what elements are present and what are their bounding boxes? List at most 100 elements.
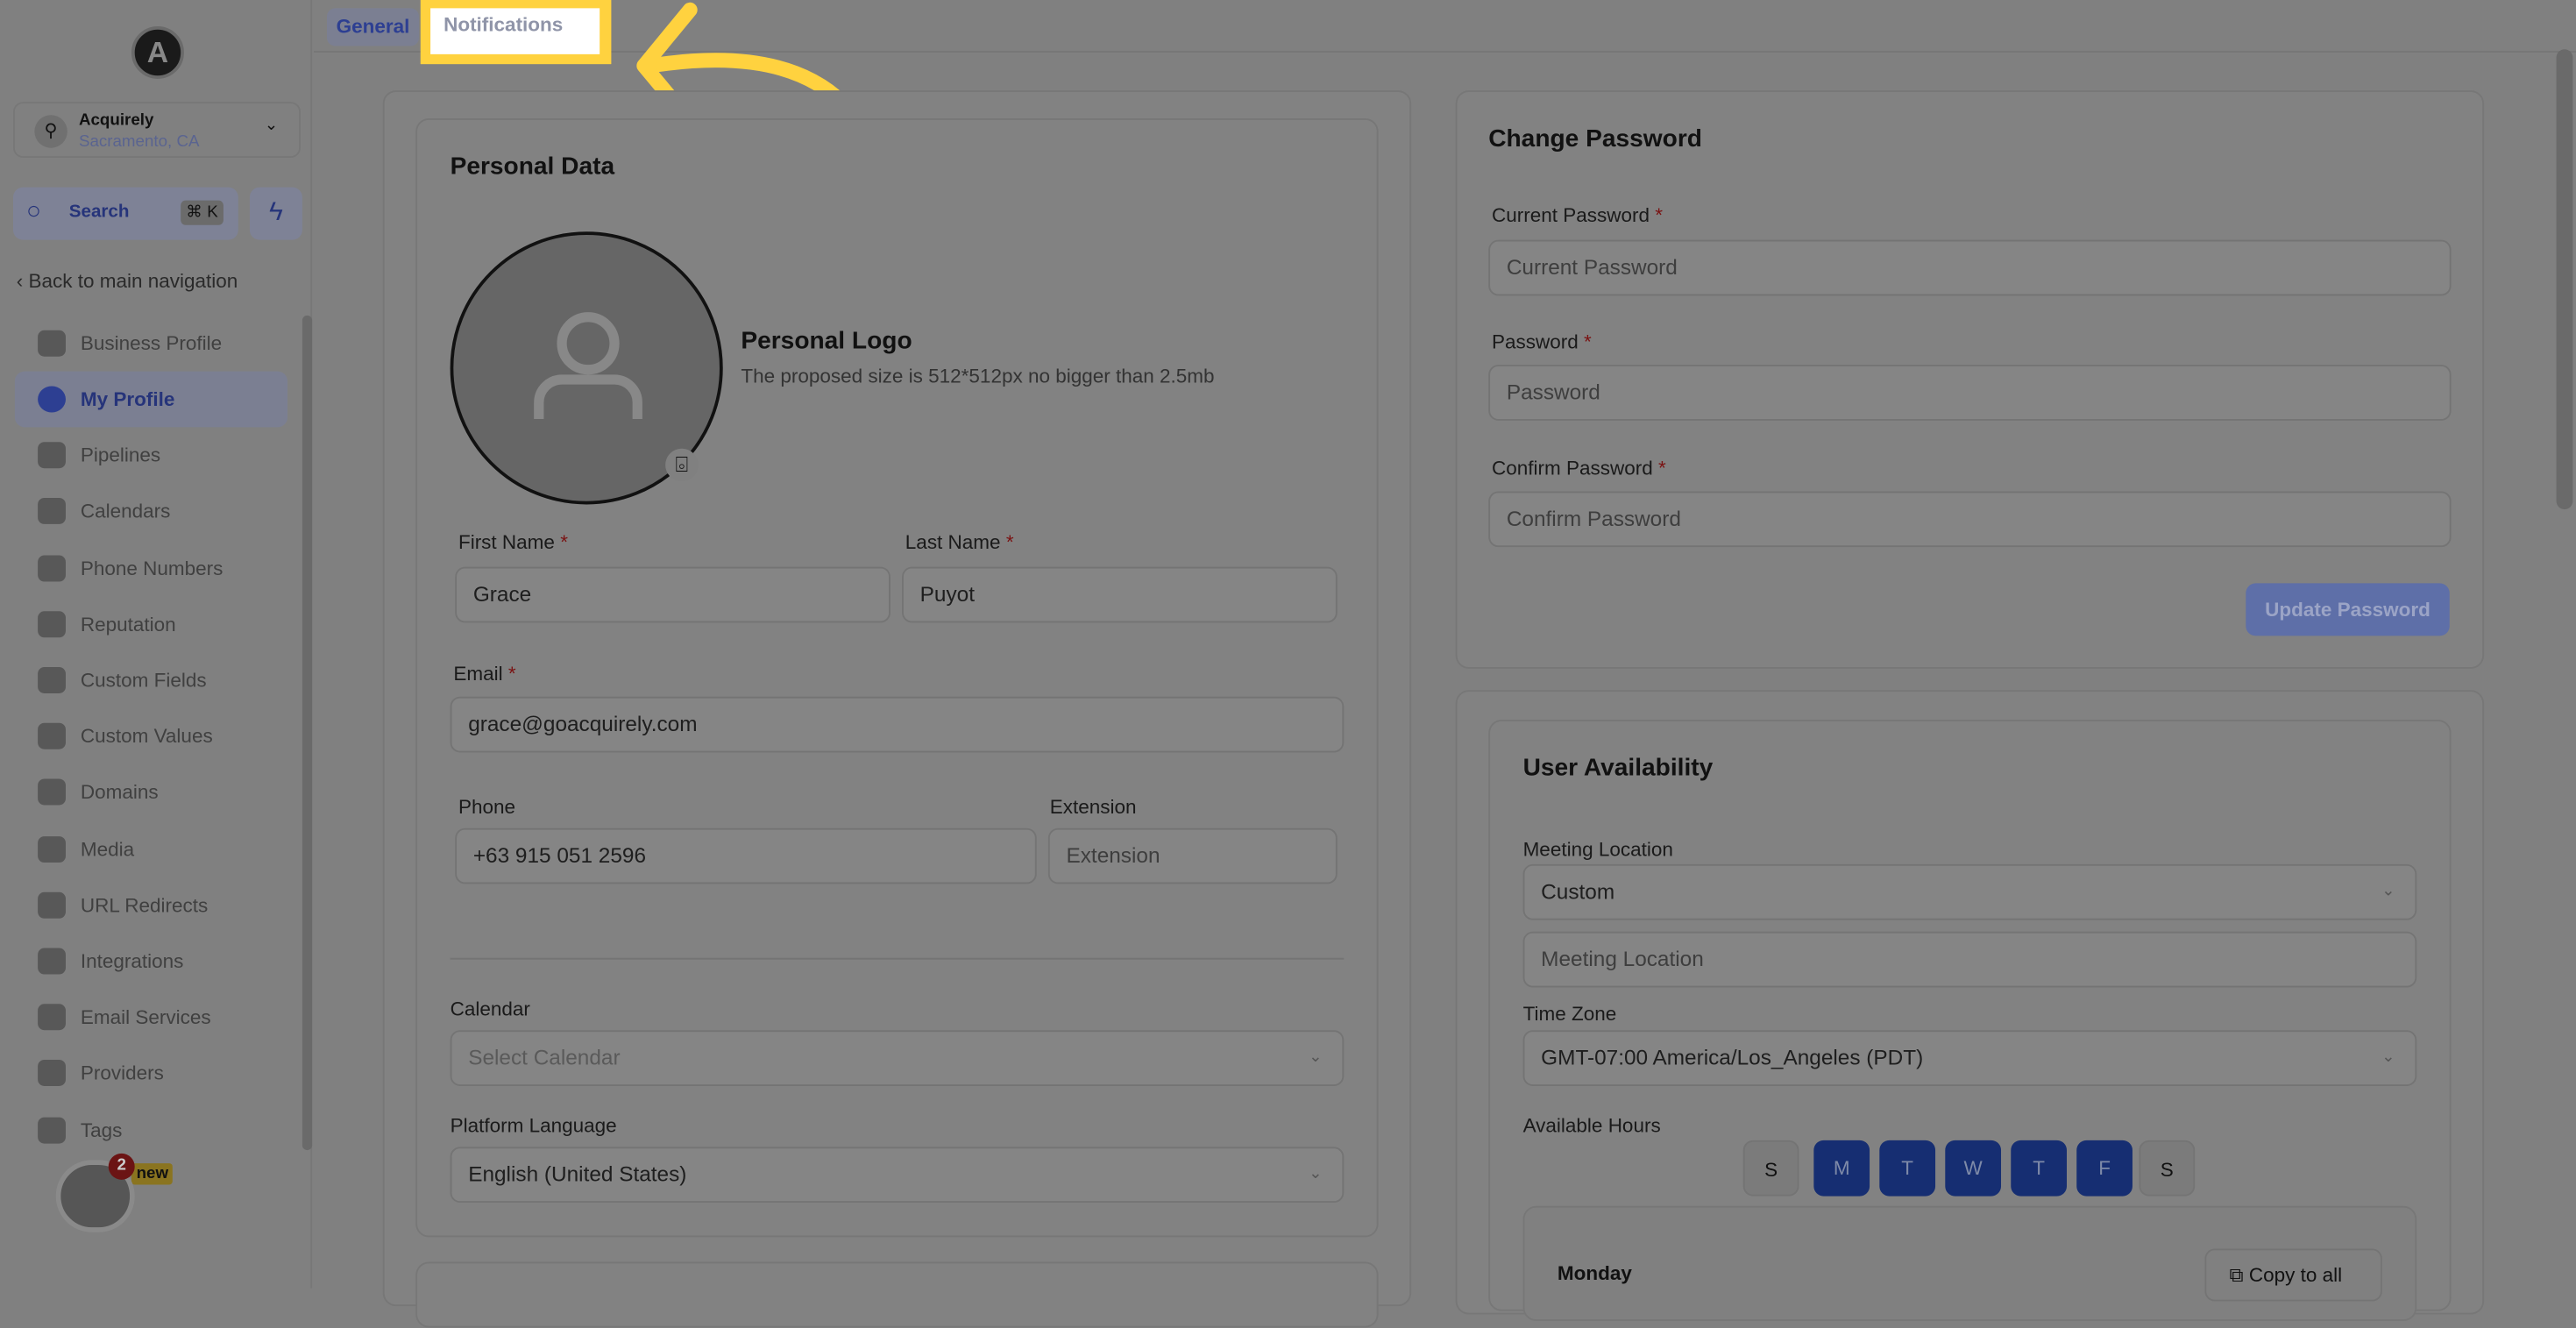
available-hours-label: Available Hours [1522, 1113, 1661, 1138]
personal-logo-title: Personal Logo [741, 327, 912, 355]
day-toggle[interactable]: W [1945, 1140, 2002, 1197]
business-selector[interactable]: ⚲ Acquirely Sacramento, CA ⌄ [12, 102, 302, 158]
change-password-title: Change Password [1488, 124, 1702, 153]
pipelines-icon [38, 442, 66, 469]
update-password-button[interactable]: Update Password [2246, 583, 2450, 636]
sidebar-item-label: Tags [80, 1118, 123, 1141]
page-scrollbar[interactable] [2556, 49, 2573, 510]
day-toggle[interactable]: M [1813, 1140, 1870, 1197]
sidebar-item-email-services[interactable]: Email Services [15, 990, 287, 1046]
email-input[interactable]: grace@goacquirely.com [450, 696, 1345, 753]
sidebar-item-tags[interactable]: Tags [15, 1102, 287, 1158]
day-toggle[interactable]: F [2076, 1140, 2132, 1197]
shortcut-hint: ⌘ K [181, 200, 224, 225]
calendar-select[interactable]: Select Calendar ⌄ [450, 1030, 1345, 1086]
phone-label: Phone [458, 795, 516, 819]
tab-general[interactable]: General [327, 8, 419, 46]
sidebar-item-label: Phone Numbers [80, 556, 224, 579]
calendar-placeholder: Select Calendar [468, 1045, 621, 1070]
search-icon: ○ [25, 196, 41, 225]
lightning-icon[interactable]: ϟ [249, 187, 302, 240]
calendar-label: Calendar [450, 997, 530, 1021]
email-services-icon [38, 1004, 66, 1031]
copy-icon: ⧉ [2229, 1263, 2249, 1287]
first-name-input[interactable]: Grace [455, 566, 891, 623]
sidebar-item-label: Domains [80, 781, 159, 805]
current-password-input[interactable]: Current Password [1488, 239, 2452, 296]
providers-icon [38, 1060, 66, 1087]
confirm-password-input[interactable]: Confirm Password [1488, 491, 2452, 548]
app-logo[interactable]: A [131, 25, 184, 79]
sidebar-item-label: Calendars [80, 500, 171, 523]
chevron-down-icon: ⌄ [2381, 882, 2395, 901]
day-toggle[interactable]: S [1742, 1140, 1799, 1197]
meeting-location-label: Meeting Location [1522, 837, 1673, 862]
time-zone-select[interactable]: GMT-07:00 America/Los_Angeles (PDT) ⌄ [1522, 1030, 2417, 1086]
chevron-down-icon: ⌄ [1309, 1164, 1323, 1183]
my-profile-icon [38, 386, 66, 413]
sidebar-item-integrations[interactable]: Integrations [15, 934, 287, 990]
sidebar-item-providers[interactable]: Providers [15, 1046, 287, 1102]
custom-values-icon [38, 723, 66, 750]
chevron-down-icon: ⌄ [1309, 1047, 1323, 1067]
sidebar-item-label: Custom Values [80, 724, 213, 749]
sidebar-item-my-profile[interactable]: My Profile [14, 371, 288, 428]
last-name-input[interactable]: Puyot [902, 566, 1338, 623]
sidebar-item-reputation[interactable]: Reputation [15, 596, 287, 652]
media-icon [38, 835, 66, 863]
time-zone-label: Time Zone [1522, 1002, 1617, 1026]
personal-data-title: Personal Data [450, 153, 615, 181]
meeting-type-value: Custom [1541, 878, 1615, 904]
business-location: Sacramento, CA [78, 132, 200, 152]
business-profile-icon [38, 330, 66, 357]
sidebar-item-pipelines[interactable]: Pipelines [15, 428, 287, 484]
calendars-icon [38, 498, 66, 525]
language-select[interactable]: English (United States) ⌄ [450, 1147, 1345, 1204]
sidebar-item-media[interactable]: Media [15, 820, 287, 877]
sidebar-item-label: My Profile [80, 387, 175, 411]
location-pin-icon: ⚲ [34, 115, 67, 148]
sidebar-item-label: URL Redirects [80, 893, 209, 917]
chevron-down-icon: ⌄ [2381, 1047, 2395, 1067]
back-to-main-nav[interactable]: ‹ Back to main navigation [17, 269, 238, 292]
chevron-left-icon: ‹ [16, 269, 29, 293]
sidebar-item-business-profile[interactable]: Business Profile [15, 316, 287, 372]
sidebar-item-url-redirects[interactable]: URL Redirects [15, 877, 287, 934]
sidebar-item-domains[interactable]: Domains [15, 764, 287, 820]
day-toggle[interactable]: T [1879, 1140, 1936, 1197]
password-input[interactable]: Password [1488, 365, 2452, 421]
sidebar-item-label: Business Profile [80, 331, 223, 355]
search-label: Search [68, 202, 130, 223]
tab-notifications[interactable]: Notifications [430, 8, 600, 54]
day-toggle[interactable]: T [2011, 1140, 2067, 1197]
divider [450, 957, 1345, 960]
sidebar-item-label: Integrations [80, 949, 184, 973]
camera-icon[interactable]: ⌻ [665, 448, 699, 482]
language-label: Platform Language [450, 1113, 617, 1138]
tags-icon [38, 1116, 66, 1143]
sidebar-item-custom-fields[interactable]: Custom Fields [15, 652, 287, 708]
meeting-type-select[interactable]: Custom ⌄ [1522, 863, 2417, 920]
reputation-icon [38, 610, 66, 637]
language-value: English (United States) [468, 1161, 687, 1187]
sidebar-item-custom-values[interactable]: Custom Values [15, 708, 287, 764]
sidebar-item-calendars[interactable]: Calendars [15, 484, 287, 540]
sidebar-item-phone-numbers[interactable]: Phone Numbers [15, 540, 287, 596]
time-zone-value: GMT-07:00 America/Los_Angeles (PDT) [1541, 1045, 1924, 1070]
copy-label: Copy to all [2248, 1263, 2343, 1287]
search-button[interactable]: ○ Search ⌘ K [12, 187, 238, 240]
first-name-label: First Name * [458, 530, 568, 554]
copy-to-all-button[interactable]: ⧉ Copy to all [2204, 1248, 2382, 1302]
extension-input[interactable]: Extension [1047, 827, 1338, 884]
phone-input[interactable]: +63 915 051 2596 [455, 827, 1037, 884]
business-name: Acquirely [78, 111, 154, 131]
new-badge: new [131, 1163, 174, 1185]
sidebar-item-label: Custom Fields [80, 668, 207, 692]
sidebar-item-label: Media [80, 837, 135, 861]
sidebar-scrollbar[interactable] [302, 315, 313, 1151]
back-label: Back to main navigation [28, 269, 238, 293]
current-password-label: Current Password [1491, 203, 1650, 227]
day-toggle[interactable]: S [2139, 1140, 2196, 1197]
confirm-password-label: Confirm Password [1491, 457, 1653, 480]
meeting-location-input[interactable]: Meeting Location [1522, 931, 2417, 988]
